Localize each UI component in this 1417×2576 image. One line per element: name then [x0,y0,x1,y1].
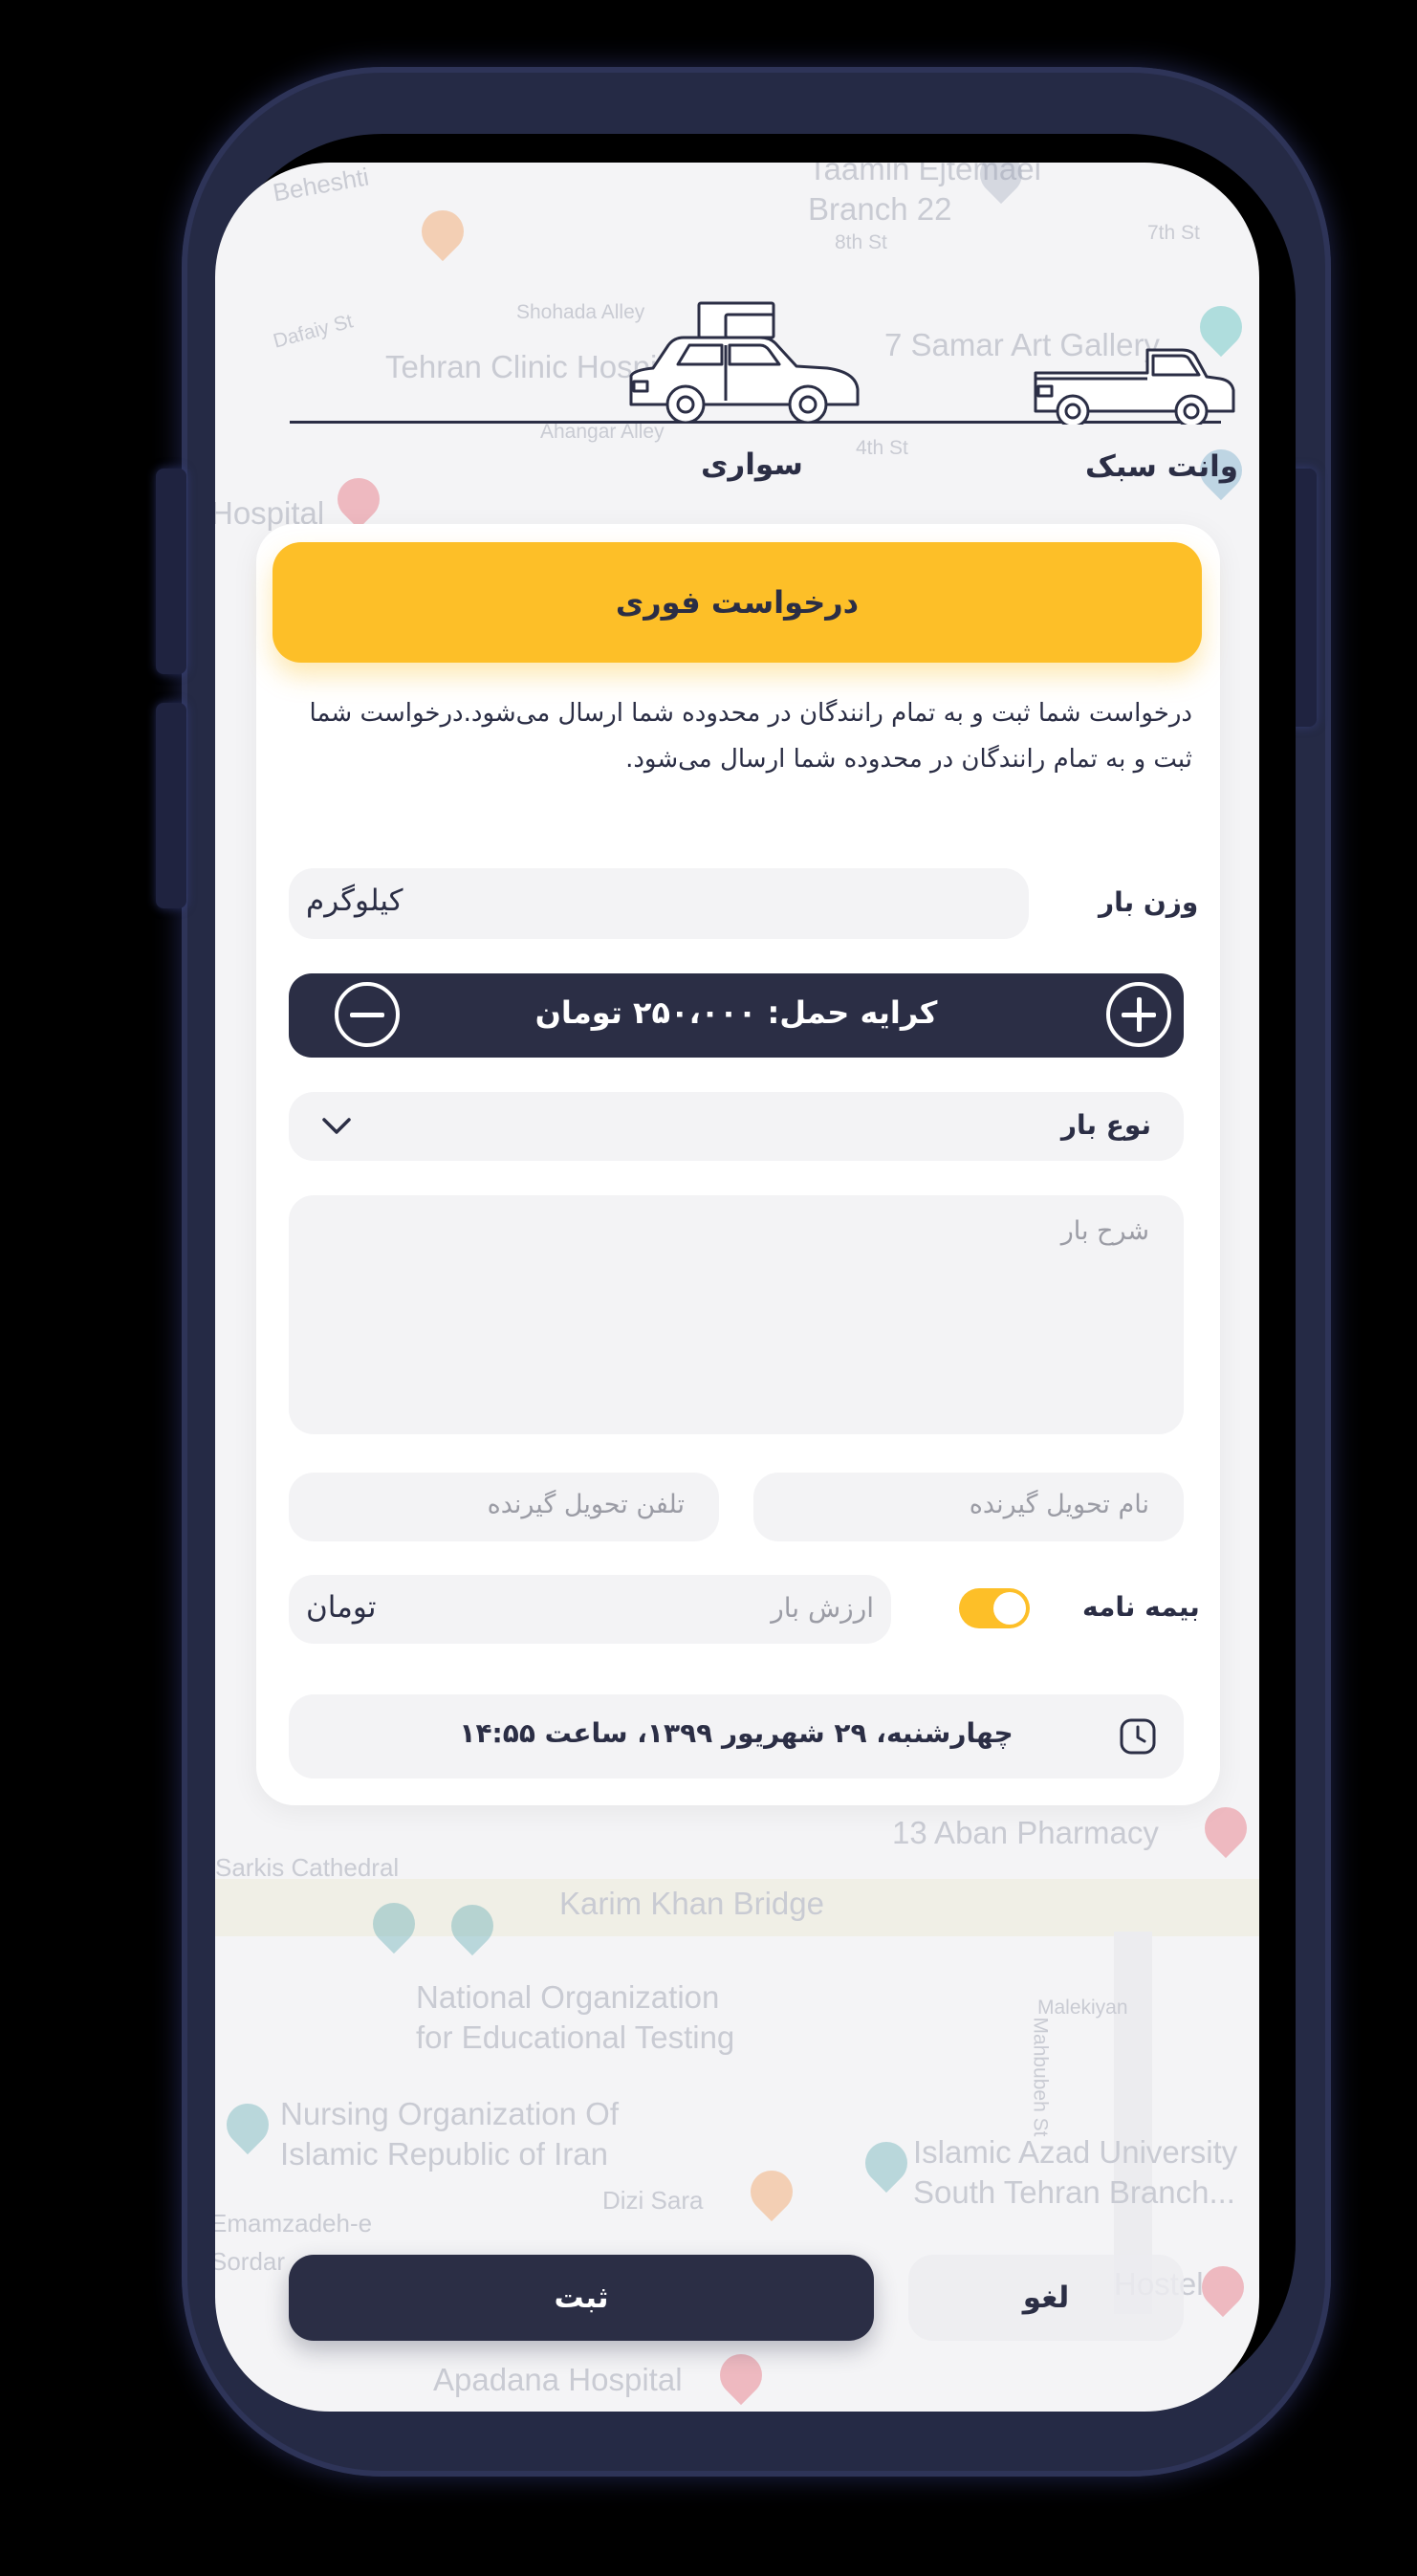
map-pin-icon [741,2161,802,2222]
map-pin-icon [710,2345,772,2406]
chevron-down-icon [322,1118,351,1134]
map-label: 13 Aban Pharmacy [892,1815,1159,1850]
pickup-datetime-text: چهارشنبه، ۲۹ شهریور ۱۳۹۹، ساعت ۱۴:۵۵ [459,1717,1014,1749]
map-label: Mahbubeh St [1029,2017,1052,2137]
map-label: Dizi Sara [602,2186,704,2215]
vehicle-label-sedan[interactable]: سواری [701,448,803,482]
clock-icon [1120,1718,1156,1755]
receiver-phone-placeholder: تلفن تحویل گیرنده [487,1490,685,1519]
vehicle-option-sedan[interactable] [626,301,865,425]
vehicle-label-pickup[interactable]: وانت سبک [1085,449,1238,484]
submit-button[interactable]: ثبت [289,2255,874,2341]
cargo-value-unit: تومان [306,1590,377,1625]
cancel-button[interactable]: لغو [908,2255,1184,2341]
volume-up-button [156,469,186,674]
map-label: Sordar [215,2247,286,2276]
map-label: 4th St [856,437,908,459]
instant-request-button[interactable]: درخواست فوری [272,542,1202,663]
map-label: Islamic Azad University [913,2134,1238,2170]
request-description: درخواست شما ثبت و به تمام رانندگان در مح… [309,699,1192,774]
increase-fare-button[interactable] [1106,982,1171,1047]
receiver-phone-input[interactable]: تلفن تحویل گیرنده [289,1473,719,1541]
map-label: Dafaiy St [271,310,356,353]
map-label: Apadana Hospital [433,2362,683,2397]
app-screen: Beheshti Taamin Ejtemaei Branch 22 8th S… [215,163,1259,2412]
map-label: Nursing Organization Of [280,2096,619,2131]
map-label: South Tehran Branch... [913,2174,1235,2210]
receiver-name-placeholder: نام تحویل گیرنده [969,1490,1149,1519]
map-label: Malekiyan [1037,1997,1128,2019]
map-label: for Educational Testing [416,2019,735,2055]
pickup-truck-icon [1034,348,1235,428]
map-pin-icon [412,201,473,262]
map-pin-icon [217,2094,278,2155]
cargo-value-input[interactable]: ارزش بار تومان [289,1575,891,1644]
map-label: Sarkis Cathedral [215,1853,400,1882]
map-label: Islamic Republic of Iran [280,2136,608,2172]
cargo-value-placeholder: ارزش بار [771,1592,874,1624]
fare-amount: کرایه حمل: ۲۵۰،۰۰۰ تومان [534,994,938,1031]
cargo-description-textarea[interactable]: شرح بار [289,1195,1184,1434]
weight-label: وزن بار [1099,886,1199,918]
volume-down-button [156,703,186,908]
insurance-label: بیمه نامه [1082,1591,1200,1623]
sedan-car-icon [629,301,860,425]
map-label: Emamzadeh-e [215,2209,373,2238]
map-label: 8th St [835,231,887,253]
weight-unit-placeholder: کیلوگرم [306,884,403,918]
map-pin-icon [328,469,389,530]
map-label: 7th St [1147,222,1200,244]
map-label: Beheshti [271,163,371,207]
toggle-knob [993,1592,1026,1625]
plus-icon-vertical [1137,997,1142,1032]
map-pin-icon [856,2132,917,2194]
map-label: Branch 22 [808,191,952,227]
map-label: Ahangar Alley [540,421,665,443]
map-pin-icon [1195,1798,1256,1859]
map-label: Karim Khan Bridge [559,1886,824,1921]
fare-stepper: کرایه حمل: ۲۵۰،۰۰۰ تومان [289,973,1184,1058]
vehicle-option-pickup[interactable] [1033,344,1243,428]
cargo-type-label: نوع بار [1060,1109,1151,1141]
cargo-type-select[interactable]: نوع بار [289,1092,1184,1161]
receiver-name-input[interactable]: نام تحویل گیرنده [753,1473,1184,1541]
insurance-toggle[interactable] [959,1588,1030,1628]
pickup-datetime-picker[interactable]: چهارشنبه، ۲۹ شهریور ۱۳۹۹، ساعت ۱۴:۵۵ [289,1694,1184,1779]
map-label: National Organization [416,1979,720,2015]
weight-input[interactable]: کیلوگرم [289,868,1029,939]
cargo-description-placeholder: شرح بار [1060,1216,1149,1246]
